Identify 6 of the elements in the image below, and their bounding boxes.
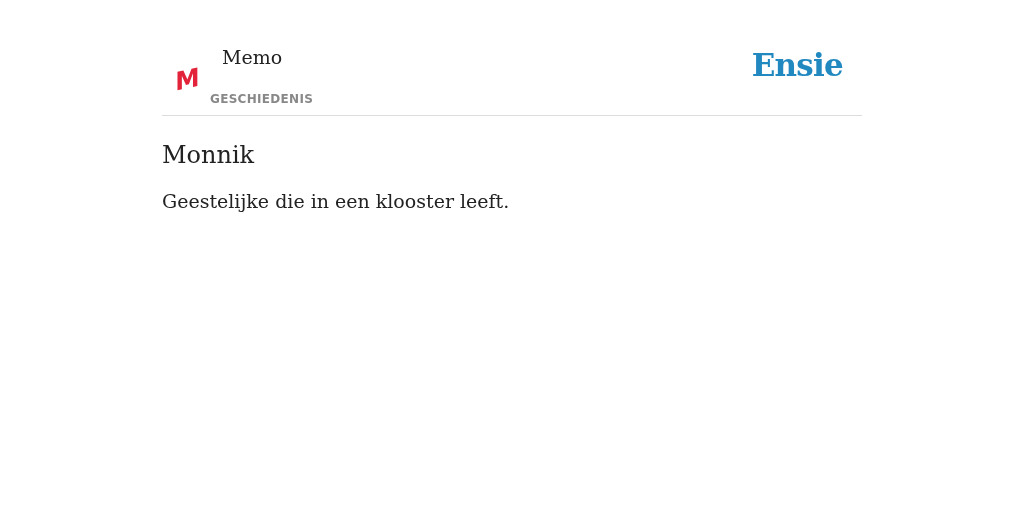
category-label: GESCHIEDENIS: [210, 91, 314, 108]
term-heading: Monnik: [162, 140, 256, 170]
site-title: Memo: [221, 48, 284, 67]
brand-logo[interactable]: Ensie: [751, 50, 843, 115]
definition-text: Geestelijke die in een klooster leeft.: [162, 190, 511, 214]
logo-letter: M: [174, 64, 200, 95]
